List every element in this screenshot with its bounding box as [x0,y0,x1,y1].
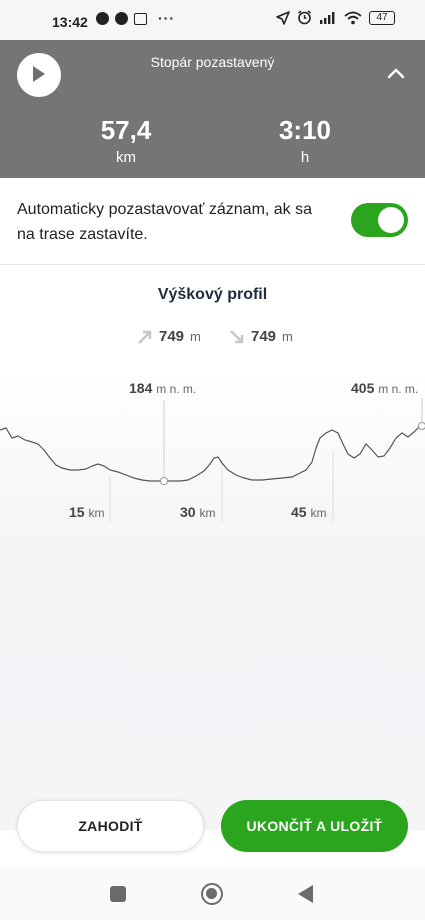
max-elevation-dot [418,422,425,430]
collapse-button[interactable] [385,62,407,84]
ascent-arrow-icon [138,330,152,344]
km-marker-value: 45 [291,504,307,520]
alarm-icon [298,10,311,25]
max-elevation-value: 405 [351,380,375,396]
ascent-unit: m [190,329,201,344]
notification-icons [96,12,147,25]
km-marker-30: 30 km [180,504,215,520]
finish-and-save-button[interactable]: UKONČIŤ A ULOŽIŤ [221,800,408,852]
km-marker-15: 15 km [69,504,104,520]
time-value: 3:10 [278,115,332,145]
time-unit: h [300,149,310,166]
recents-icon[interactable] [110,886,126,902]
descent-arrow-icon [230,329,244,343]
facebook-icon [115,12,128,25]
system-icons: 47 [276,10,395,25]
home-icon[interactable] [201,883,223,905]
elevation-line [0,425,425,482]
km-marker-value: 15 [69,504,85,520]
km-marker-value: 30 [180,504,196,520]
distance-unit: km [116,149,136,166]
km-marker-45: 45 km [291,504,326,520]
descent-stat: 749 m [229,328,293,345]
messenger-icon [96,12,109,25]
distance-stat: 57,4 km [66,116,186,166]
distance-value: 57,4 [100,115,152,145]
descent-value: 749 [251,328,277,345]
auto-pause-label: Automaticky pozastavovať záznam, ak sa n… [17,201,313,243]
min-elevation-label: 184 m n. m. [129,380,196,396]
chevron-up-icon [387,68,405,79]
elevation-profile-title: Výškový profil [157,286,268,303]
toggle-knob [378,207,404,233]
back-icon[interactable] [298,885,313,903]
time-stat: 3:10 h [245,116,365,166]
wifi-icon [344,11,362,24]
km-marker-unit: km [199,506,216,520]
location-icon [276,10,290,25]
km-marker-unit: km [88,506,105,520]
min-elevation-unit: m n. m. [156,382,197,396]
more-notifications-icon: ··· [158,10,175,26]
min-elevation-value: 184 [129,380,153,396]
min-elevation-dot [160,477,168,485]
ascent-stat: 749 m [137,328,201,345]
recording-header: Stopár pozastavený 57,4 km 3:10 h [0,40,425,178]
km-marker-unit: km [310,506,327,520]
descent-unit: m [282,329,293,344]
battery-icon: 47 [369,10,395,25]
elevation-chart: 184 m n. m. 405 m n. m. 15 km 30 km 45 k… [0,370,425,830]
auto-pause-toggle[interactable] [351,203,408,237]
status-bar: 13:42 ··· 47 [0,0,425,40]
discard-button[interactable]: ZAHODIŤ [17,800,204,852]
max-elevation-unit: m n. m. [378,382,419,396]
auto-pause-row: Automaticky pozastavovať záznam, ak sa n… [0,178,425,265]
calendar-icon [134,12,147,25]
max-elevation-label: 405 m n. m. [351,380,418,396]
recording-status-title: Stopár pozastavený [150,54,275,70]
elevation-chart-svg [0,398,425,522]
status-time: 13:42 [52,14,88,30]
ascent-value: 749 [159,328,185,345]
system-navigation-bar [0,868,425,920]
signal-icon [320,12,335,24]
